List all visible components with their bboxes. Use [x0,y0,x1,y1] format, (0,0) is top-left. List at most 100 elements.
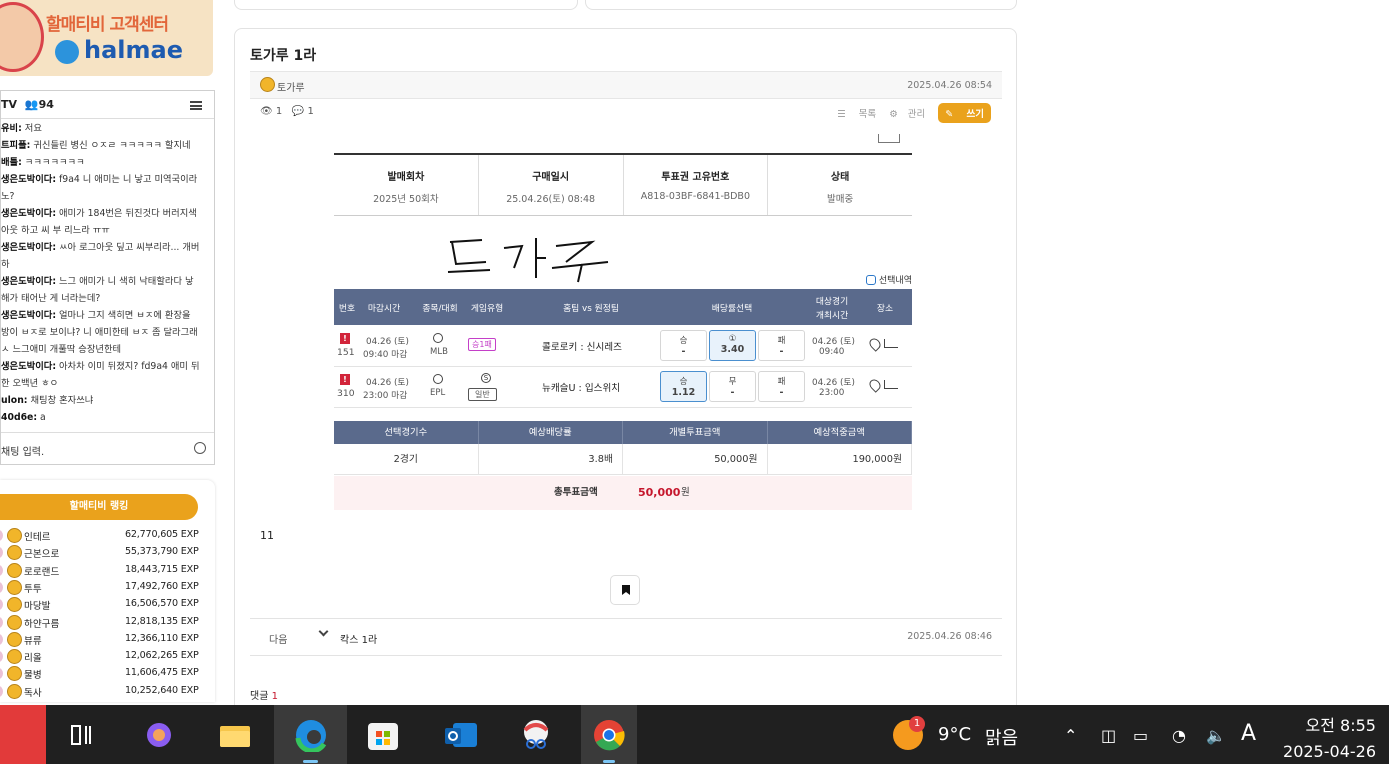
chat-text: 방이 ㅂㅈ로 보이냐? 니 애미한테 ㅂㅈ 좀 달라그래 [1,327,198,338]
wifi-icon[interactable]: ◔ [1172,726,1186,745]
game-deadline-date: 04.26 (토) [366,337,409,347]
file-explorer-icon[interactable] [210,705,260,764]
manage-button[interactable]: ⚙ 관리 [889,109,925,120]
chat-text: a [37,412,46,423]
chevron-up-icon[interactable]: ⌃ [1064,726,1077,745]
game-deadline-time: 23:00 마감 [363,391,408,401]
chat-user[interactable]: 유비: [1,123,22,134]
ranking-row[interactable]: 로로랜드 18,443,715 EXP [0,562,210,580]
location-pin-icon[interactable] [867,336,883,352]
ranking-row[interactable]: 하얀구름 12,818,135 EXP [0,614,210,632]
chat-user[interactable]: 40d6e: [1,412,37,423]
odds-button[interactable]: 패- [758,330,805,361]
odds-label: 승 [679,377,688,387]
chat-user[interactable]: 생은도박이다: [1,174,56,185]
select-history-checkbox[interactable]: 선택내역 [865,273,912,286]
weather-badge: 1 [909,716,925,732]
rank-exp: 12,062,265 EXP [125,650,199,662]
rank-exp: 62,770,605 EXP [125,529,199,540]
edge-icon[interactable] [274,705,347,764]
ranking-row[interactable]: 인테르 62,770,605 EXP [0,528,210,545]
trend-chart-icon[interactable] [884,339,898,348]
game-num: 151 [337,347,355,358]
emoji-icon[interactable] [194,442,206,454]
temperature[interactable]: 9°C [938,724,971,745]
header-label: 구매일시 [532,172,570,183]
post-author[interactable]: 토가루 [277,79,305,94]
odds-button[interactable]: 승 1.12 [660,371,707,402]
chat-user[interactable]: 트피플: [1,140,30,151]
top-card-left [234,0,578,10]
chat-message: 한 오백년 ㅎㅇ [1,375,214,392]
battery-icon[interactable]: ▭ [1133,726,1148,745]
ranking-row[interactable]: 독사 10,252,640 EXP [0,683,210,701]
rank-name[interactable]: 뷰류 [24,633,42,647]
header-cell: 투표권 고유번호 A818-03BF-6841-BDB0 [624,155,769,215]
ranking-row[interactable]: 뷰류 12,366,110 EXP [0,631,210,649]
odds-value: - [779,387,784,398]
col-teams: 홈팀 vs 원정팀 [563,304,619,314]
ranking-row[interactable]: 투투 17,492,760 EXP [0,579,210,597]
rank-name[interactable]: 인테르 [24,529,50,543]
rank-name[interactable]: 마당발 [24,598,50,612]
snipping-tool-icon[interactable] [511,705,561,764]
trend-chart-icon[interactable] [884,380,898,389]
customer-center-banner[interactable]: 할매티비 고객센터 halmae [0,0,213,76]
chat-user[interactable]: 생은도박이다: [1,242,56,253]
chat-user[interactable]: 생은도박이다: [1,310,56,321]
ranking-panel: 할매티비 랭킹 인테르 62,770,605 EXP 근본으로 55,373,790 … [0,480,215,702]
rank-name[interactable]: 독사 [24,685,42,699]
chat-channel: TV [1,98,18,111]
chat-message: ㅅ 느그애미 개풀딱 승장년한테 [1,341,214,358]
chat-user[interactable]: 생은도박이다: [1,361,56,372]
rank-name[interactable]: 투투 [24,581,42,595]
next-post-row[interactable]: 다음 칵스 1라 2025.04.26 08:46 [250,618,1002,656]
post-body: 11 [260,529,274,542]
store-icon[interactable] [358,705,408,764]
menu-icon[interactable] [190,101,202,110]
write-button[interactable]: ✎ 쓰기 [938,103,991,123]
header-cell: 상태 발매중 [768,155,912,215]
rank-name[interactable]: 근본으로 [24,546,59,560]
rank-name[interactable]: 로로랜드 [24,564,59,578]
odds-button[interactable]: 무- [709,371,756,402]
next-post-title[interactable]: 칵스 1라 [340,631,377,646]
rank-name[interactable]: 하얀구름 [24,616,59,630]
location-pin-icon[interactable] [867,377,883,393]
chrome-icon[interactable] [581,705,637,764]
outlook-icon[interactable] [436,705,486,764]
odds-button[interactable]: 승- [660,330,707,361]
rank-name[interactable]: 리올 [24,650,42,664]
chat-user[interactable]: ulon: [1,395,28,406]
chat-message: 40d6e: a [1,409,214,426]
clock[interactable]: 오전 8:55 2025-04-26 [1283,713,1376,765]
ranking-row[interactable]: 근본으로 55,373,790 EXP [0,545,210,562]
odds-button[interactable]: ① 3.40 [709,330,756,361]
game-time: 23:00 [819,388,845,398]
copilot-icon[interactable] [134,705,184,764]
odds-value: - [779,346,784,357]
task-view-icon[interactable] [57,705,107,764]
ranking-row[interactable]: 물병 11,606,475 EXP [0,666,210,683]
rank-name[interactable]: 물병 [24,667,42,681]
weather-condition[interactable]: 맑음 [985,724,1018,750]
chat-text: 아웃 하고 씨 부 리느라 ㅠㅠ [1,225,110,236]
list-button[interactable]: ☰ 목록 [837,109,876,120]
chat-user[interactable]: 생은도박이다: [1,276,56,287]
ranking-row[interactable]: 마당발 16,506,570 EXP [0,597,210,614]
ime-indicator[interactable]: A [1241,721,1256,746]
level-badge [0,616,3,628]
volume-icon[interactable]: 🔈 [1206,726,1226,745]
bookmark-button[interactable] [610,575,640,605]
chat-message: 아웃 하고 씨 부 리느라 ㅠㅠ [1,222,214,239]
odds-button[interactable]: 패- [758,371,805,402]
chat-input[interactable]: 채팅 입력. [1,432,214,464]
ranking-row[interactable]: 리올 12,062,265 EXP [0,649,210,666]
level-badge [0,633,3,645]
start-icon[interactable] [0,705,46,764]
camera-icon[interactable]: ◫ [1101,726,1116,745]
soccer-ball-icon [433,374,443,384]
chat-user[interactable]: 배틀: [1,157,22,168]
summary-header: 선택경기수 예상배당률 개별투표금액 예상적중금액 [334,421,912,444]
chat-user[interactable]: 생은도박이다: [1,208,56,219]
